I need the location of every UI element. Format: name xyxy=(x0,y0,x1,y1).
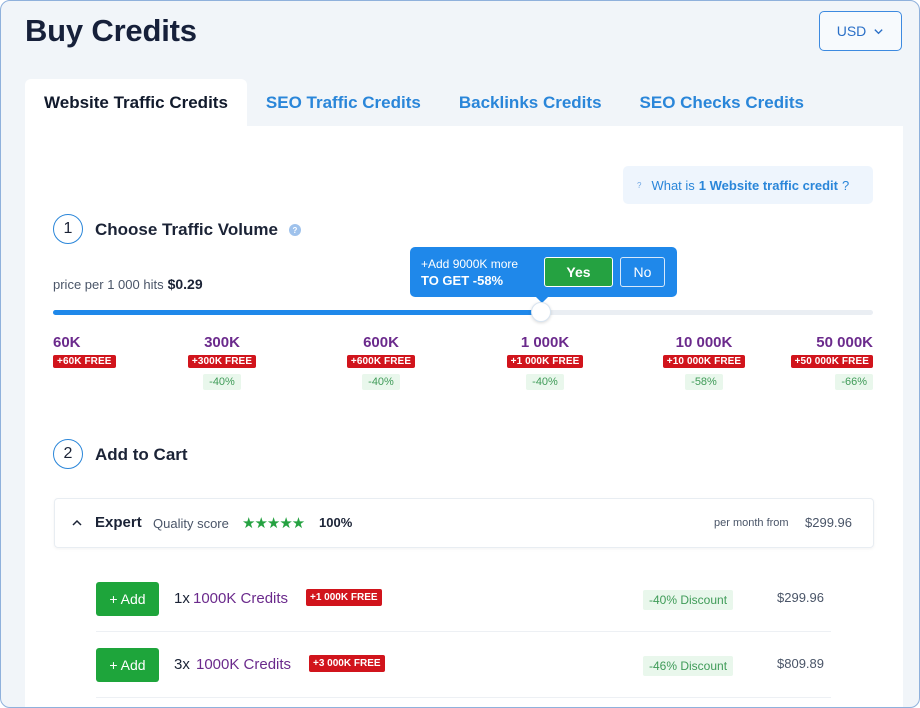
upsell-popover: +Add 9000K more TO GET -58% Yes No xyxy=(410,247,677,303)
discount-badge: -66% xyxy=(835,374,873,390)
info-prefix: What is xyxy=(651,177,695,193)
free-badge: +10 000K FREE xyxy=(662,355,746,368)
discount-badge: -40% xyxy=(526,374,564,390)
tab-seo-traffic-credits[interactable]: SEO Traffic Credits xyxy=(247,79,440,127)
volume-label: 50 000K xyxy=(816,334,873,351)
discount-badge: -58% xyxy=(685,374,723,390)
list-item: + Add 3x 1000K Credits +3 000K FREE -46%… xyxy=(96,632,831,698)
step-title-add-to-cart: Add to Cart xyxy=(95,445,188,464)
upsell-discount: TO GET -58% xyxy=(421,273,504,288)
price-per-hits: price per 1 000 hits $0.29 xyxy=(53,276,203,292)
plan-header-expert[interactable]: Expert Quality score ★★★★★ 100% per mont… xyxy=(54,498,874,548)
plan-price: $299.96 xyxy=(805,515,852,530)
price-per-value: $0.29 xyxy=(167,276,203,292)
row-price: $809.89 xyxy=(777,656,824,671)
volume-label: 10 000K xyxy=(675,334,733,351)
currency-select[interactable]: USD xyxy=(819,11,902,51)
free-badge: +600K FREE xyxy=(346,355,416,368)
volume-option-300k[interactable]: 300K +300K FREE -40% xyxy=(167,334,277,390)
question-icon: ? xyxy=(637,180,642,190)
free-badge: +50 000K FREE xyxy=(790,355,873,368)
tab-panel: ? What is 1 Website traffic credit ? 1 C… xyxy=(25,126,903,707)
info-highlight: 1 Website traffic credit xyxy=(698,177,838,193)
tab-website-traffic-credits[interactable]: Website Traffic Credits xyxy=(25,79,247,127)
step-number-1: 1 xyxy=(53,214,83,244)
volume-label: 60K xyxy=(53,334,81,351)
upsell-no-button[interactable]: No xyxy=(620,257,665,287)
volume-option-1000k[interactable]: 1 000K +1 000K FREE -40% xyxy=(490,334,600,390)
add-to-cart-button[interactable]: + Add xyxy=(96,648,159,682)
free-badge: +300K FREE xyxy=(187,355,257,368)
row-credits: 1000K Credits xyxy=(193,590,289,607)
discount-badge: -40% Discount xyxy=(643,590,734,610)
volume-label: 600K xyxy=(363,334,399,351)
help-icon[interactable]: ? xyxy=(289,224,301,236)
price-per-label: price per 1 000 hits xyxy=(53,277,164,292)
volume-label: 1 000K xyxy=(520,334,570,351)
upsell-text: +Add 9000K more xyxy=(421,257,519,271)
plan-name: Expert xyxy=(95,514,142,531)
page-title: Buy Credits xyxy=(25,13,197,48)
volume-label: 300K xyxy=(204,334,240,351)
add-to-cart-button[interactable]: + Add xyxy=(96,582,159,616)
star-rating-icon: ★★★★★ xyxy=(242,515,305,532)
upsell-yes-button[interactable]: Yes xyxy=(544,257,613,287)
free-badge: +60K FREE xyxy=(53,355,116,368)
row-quantity: 3x xyxy=(174,656,190,673)
volume-option-600k[interactable]: 600K +600K FREE -40% xyxy=(326,334,436,390)
info-suffix: ? xyxy=(842,177,850,193)
app-frame: Buy Credits USD Website Traffic Credits … xyxy=(0,0,920,708)
discount-badge: -40% xyxy=(362,374,400,390)
quality-score-value: 100% xyxy=(319,515,353,530)
row-price: $299.96 xyxy=(777,590,824,605)
volume-option-10000k[interactable]: 10 000K +10 000K FREE -58% xyxy=(649,334,759,390)
chevron-up-icon[interactable] xyxy=(71,517,83,529)
currency-value: USD xyxy=(836,23,867,39)
row-quantity: 1x xyxy=(174,590,190,607)
volume-option-50000k[interactable]: 50 000K +50 000K FREE -66% xyxy=(763,334,873,390)
free-badge: +1 000K FREE xyxy=(506,355,584,368)
list-item: + Add 1x 1000K Credits +1 000K FREE -40%… xyxy=(96,566,831,632)
step-number-2: 2 xyxy=(53,439,83,469)
volume-slider-handle[interactable] xyxy=(530,302,551,322)
per-month-label: per month from xyxy=(714,517,789,529)
row-credits: 1000K Credits xyxy=(196,656,292,673)
step-title-choose-volume: Choose Traffic Volume xyxy=(95,220,278,239)
volume-option-60k[interactable]: 60K +60K FREE xyxy=(53,334,163,369)
info-link[interactable]: ? What is 1 Website traffic credit ? xyxy=(623,166,873,204)
volume-slider-fill xyxy=(53,310,541,315)
quality-score-label: Quality score xyxy=(153,516,229,531)
credit-tabs: Website Traffic Credits SEO Traffic Cred… xyxy=(25,79,823,127)
free-badge: +1 000K FREE xyxy=(306,589,382,606)
tab-backlinks-credits[interactable]: Backlinks Credits xyxy=(440,79,621,127)
discount-badge: -46% Discount xyxy=(643,656,734,676)
free-badge: +3 000K FREE xyxy=(309,655,385,672)
tab-seo-checks-credits[interactable]: SEO Checks Credits xyxy=(621,79,823,127)
discount-badge: -40% xyxy=(203,374,241,390)
chevron-down-icon xyxy=(874,28,883,34)
